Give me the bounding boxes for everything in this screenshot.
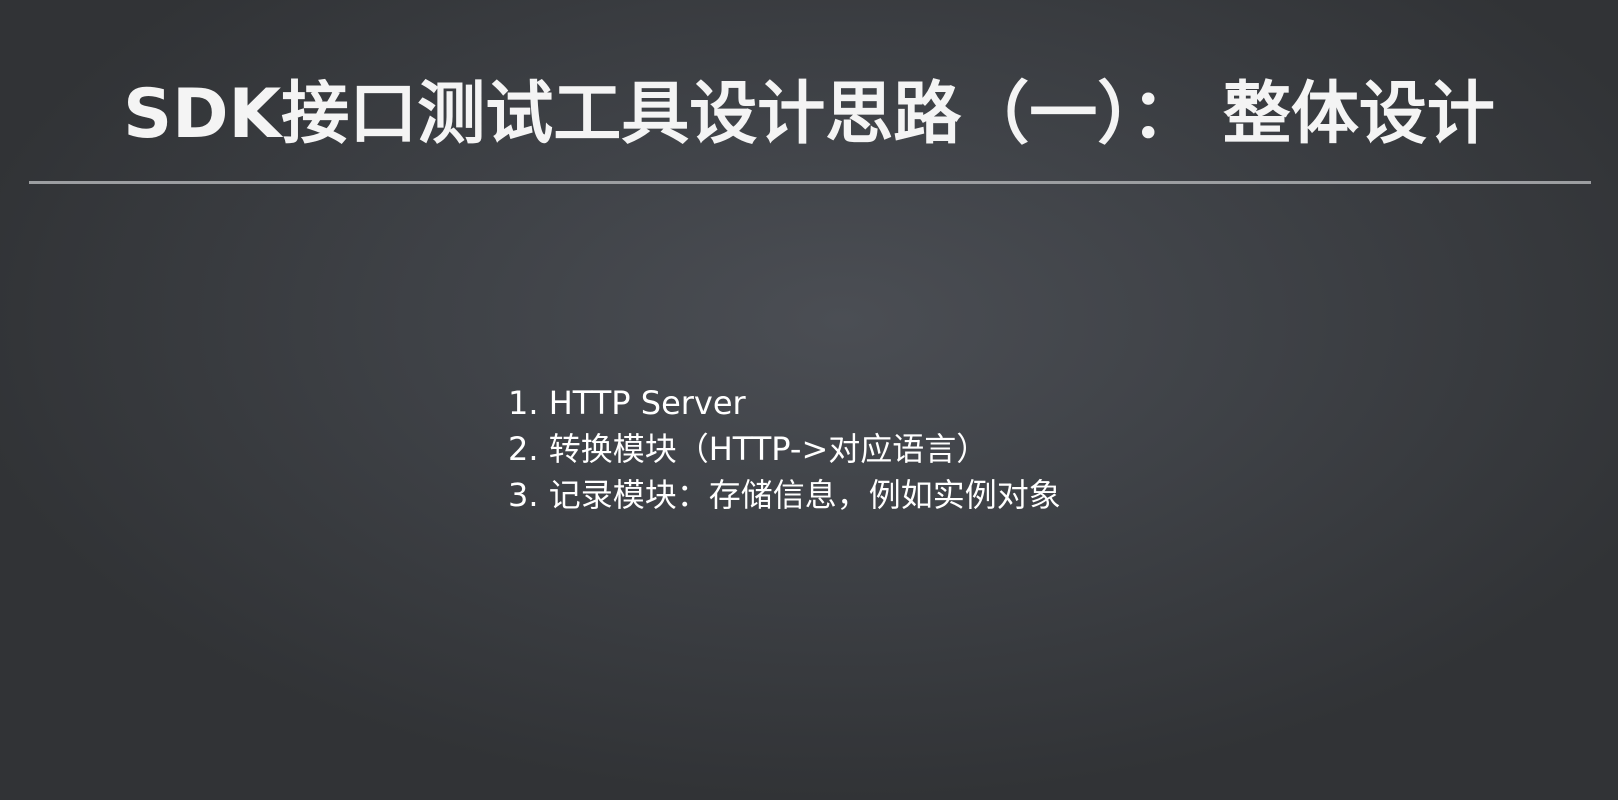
slide: SDK接口测试工具设计思路（一）： 整体设计 1. HTTP Server 2.… xyxy=(0,0,1618,800)
slide-title: SDK接口测试工具设计思路（一）： 整体设计 xyxy=(123,75,1495,154)
list-item: 1. HTTP Server xyxy=(508,384,746,422)
list-item: 2. 转换模块（HTTP->对应语言） xyxy=(508,430,989,468)
title-divider xyxy=(29,181,1591,184)
list-item: 3. 记录模块：存储信息，例如实例对象 xyxy=(508,476,1061,514)
bullet-list: 1. HTTP Server 2. 转换模块（HTTP->对应语言） 3. 记录… xyxy=(508,380,1061,518)
